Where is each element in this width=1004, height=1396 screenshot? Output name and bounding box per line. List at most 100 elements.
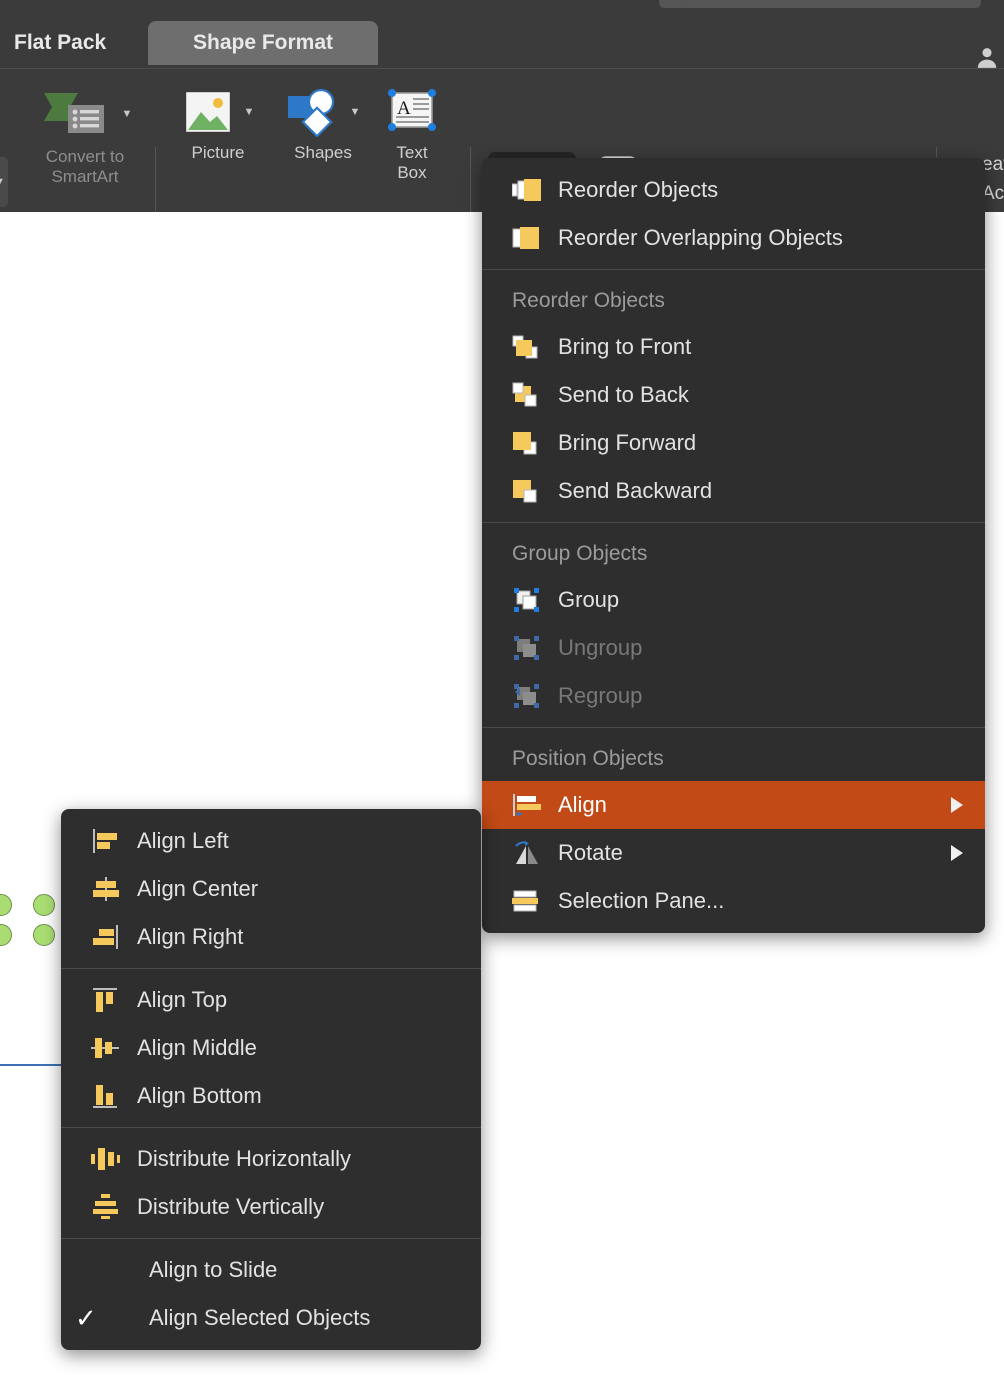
chevron-down-icon: ▼ — [0, 176, 5, 188]
distribute-horizontally-icon — [91, 1146, 121, 1172]
shapes-icon — [286, 87, 340, 137]
chevron-down-icon[interactable]: ▼ — [350, 106, 361, 118]
selection-pane-icon — [512, 888, 542, 914]
ribbon-tab-strip: Flat Pack Shape Format — [0, 18, 1004, 68]
reorder-overlapping-objects-icon — [512, 225, 542, 251]
menu-item-ungroup: Ungroup — [482, 624, 985, 672]
chevron-down-icon[interactable]: ▼ — [244, 106, 255, 118]
menu-item-align-middle-label: Align Middle — [137, 1035, 257, 1061]
menu-item-rotate-label: Rotate — [558, 840, 623, 866]
align-middle-icon — [91, 1035, 121, 1061]
send-to-back-icon — [512, 382, 542, 408]
selection-handle[interactable] — [33, 924, 55, 946]
menu-item-send-backward[interactable]: Send Backward — [482, 467, 985, 515]
svg-text:A: A — [397, 98, 411, 119]
chevron-down-icon[interactable]: ▼ — [122, 108, 133, 120]
ribbon-button-shapes[interactable]: ▼ Shapes — [275, 87, 371, 163]
menu-item-bring-to-front[interactable]: Bring to Front — [482, 323, 985, 371]
menu-item-bring-forward[interactable]: Bring Forward — [482, 419, 985, 467]
menu-item-align-label: Align — [558, 792, 607, 818]
ribbon-overflow-button[interactable]: ▼ — [0, 157, 8, 207]
menu-item-send-to-back-label: Send to Back — [558, 382, 689, 408]
edge-panel-line-2: Ac — [982, 179, 1004, 208]
menu-item-send-to-back[interactable]: Send to Back — [482, 371, 985, 419]
menu-item-reorder-objects-label: Reorder Objects — [558, 177, 718, 203]
menu-item-send-backward-label: Send Backward — [558, 478, 712, 504]
tab-flat-pack[interactable]: Flat Pack — [0, 21, 128, 65]
menu-item-align-left-label: Align Left — [137, 828, 229, 854]
menu-item-reorder-objects[interactable]: Reorder Objects — [482, 166, 985, 214]
account-person-icon[interactable] — [974, 44, 1000, 70]
menu-separator — [482, 727, 985, 728]
menu-item-align-left[interactable]: Align Left — [61, 817, 481, 865]
chevron-right-icon — [951, 845, 963, 861]
align-right-icon — [91, 924, 121, 950]
checkmark-icon: ✓ — [75, 1305, 97, 1331]
menu-separator — [61, 968, 481, 969]
menu-item-align-middle[interactable]: Align Middle — [61, 1024, 481, 1072]
menu-item-ungroup-label: Ungroup — [558, 635, 642, 661]
edge-panel-line-1: eat — [982, 150, 1004, 179]
menu-separator — [61, 1127, 481, 1128]
regroup-icon — [512, 683, 542, 709]
menu-item-align-right[interactable]: Align Right — [61, 913, 481, 961]
align-top-icon — [91, 987, 121, 1013]
menu-item-group-label: Group — [558, 587, 619, 613]
menu-item-distribute-horizontally[interactable]: Distribute Horizontally — [61, 1135, 481, 1183]
menu-item-align-to-slide[interactable]: Align to Slide — [61, 1246, 481, 1294]
menu-separator — [61, 1238, 481, 1239]
menu-item-distribute-vertically-label: Distribute Vertically — [137, 1194, 324, 1220]
ribbon-button-picture-label: Picture — [192, 143, 245, 163]
align-submenu[interactable]: Align Left Align Center Align Right — [61, 809, 481, 1350]
selection-handle[interactable] — [0, 894, 12, 916]
menu-item-rotate[interactable]: Rotate — [482, 829, 985, 877]
menu-item-distribute-horizontally-label: Distribute Horizontally — [137, 1146, 351, 1172]
tab-shape-format[interactable]: Shape Format — [148, 21, 378, 65]
menu-item-align-bottom[interactable]: Align Bottom — [61, 1072, 481, 1120]
ribbon-button-picture[interactable]: ▼ Picture — [172, 87, 264, 163]
selection-handle[interactable] — [33, 894, 55, 916]
menu-item-distribute-vertically[interactable]: Distribute Vertically — [61, 1183, 481, 1231]
menu-item-bring-forward-label: Bring Forward — [558, 430, 696, 456]
align-bottom-icon — [91, 1083, 121, 1109]
menu-item-selection-pane[interactable]: Selection Pane... — [482, 877, 985, 925]
menu-separator — [482, 269, 985, 270]
ribbon-button-convert-to-smartart-label: Convert to SmartArt — [46, 147, 124, 186]
ribbon-button-convert-to-smartart[interactable]: ▼ Convert to SmartArt — [20, 87, 150, 186]
menu-item-reorder-overlapping-objects[interactable]: Reorder Overlapping Objects — [482, 214, 985, 262]
align-left-icon — [91, 828, 121, 854]
menu-item-align-top[interactable]: Align Top — [61, 976, 481, 1024]
menu-item-align-selected-objects-label: Align Selected Objects — [149, 1305, 370, 1331]
selection-handle[interactable] — [0, 924, 12, 946]
menu-item-align-center[interactable]: Align Center — [61, 865, 481, 913]
menu-section-header-reorder-objects: Reorder Objects — [482, 277, 985, 323]
bring-forward-icon — [512, 430, 542, 456]
menu-item-regroup-label: Regroup — [558, 683, 642, 709]
text-box-icon: A — [383, 87, 441, 137]
menu-item-bring-to-front-label: Bring to Front — [558, 334, 691, 360]
menu-section-header-position-objects: Position Objects — [482, 735, 985, 781]
menu-item-align[interactable]: Align — [482, 781, 985, 829]
bring-to-front-icon — [512, 334, 542, 360]
menu-separator — [482, 522, 985, 523]
menu-item-align-top-label: Align Top — [137, 987, 227, 1013]
tab-shape-format-label: Shape Format — [193, 31, 333, 55]
menu-item-align-selected-objects[interactable]: ✓ Align Selected Objects — [61, 1294, 481, 1342]
menu-item-selection-pane-label: Selection Pane... — [558, 888, 724, 914]
search-input[interactable]: 🔍 Search in Presentation — [659, 0, 981, 8]
picture-icon — [182, 87, 234, 137]
menu-item-group[interactable]: Group — [482, 576, 985, 624]
reorder-objects-icon — [512, 177, 542, 203]
arrange-objects-menu[interactable]: Reorder Objects Reorder Overlapping Obje… — [482, 158, 985, 933]
menu-item-regroup: Regroup — [482, 672, 985, 720]
ribbon-button-text-box[interactable]: A Text Box — [380, 87, 444, 182]
align-icon — [512, 792, 542, 818]
distribute-vertically-icon — [91, 1194, 121, 1220]
rotate-icon — [512, 840, 542, 866]
menu-item-reorder-overlapping-objects-label: Reorder Overlapping Objects — [558, 225, 843, 251]
search-icon: 🔍 — [669, 0, 688, 1]
group-icon — [512, 587, 542, 613]
align-center-icon — [91, 876, 121, 902]
menu-item-align-center-label: Align Center — [137, 876, 258, 902]
ribbon-button-text-box-label: Text Box — [396, 143, 427, 182]
